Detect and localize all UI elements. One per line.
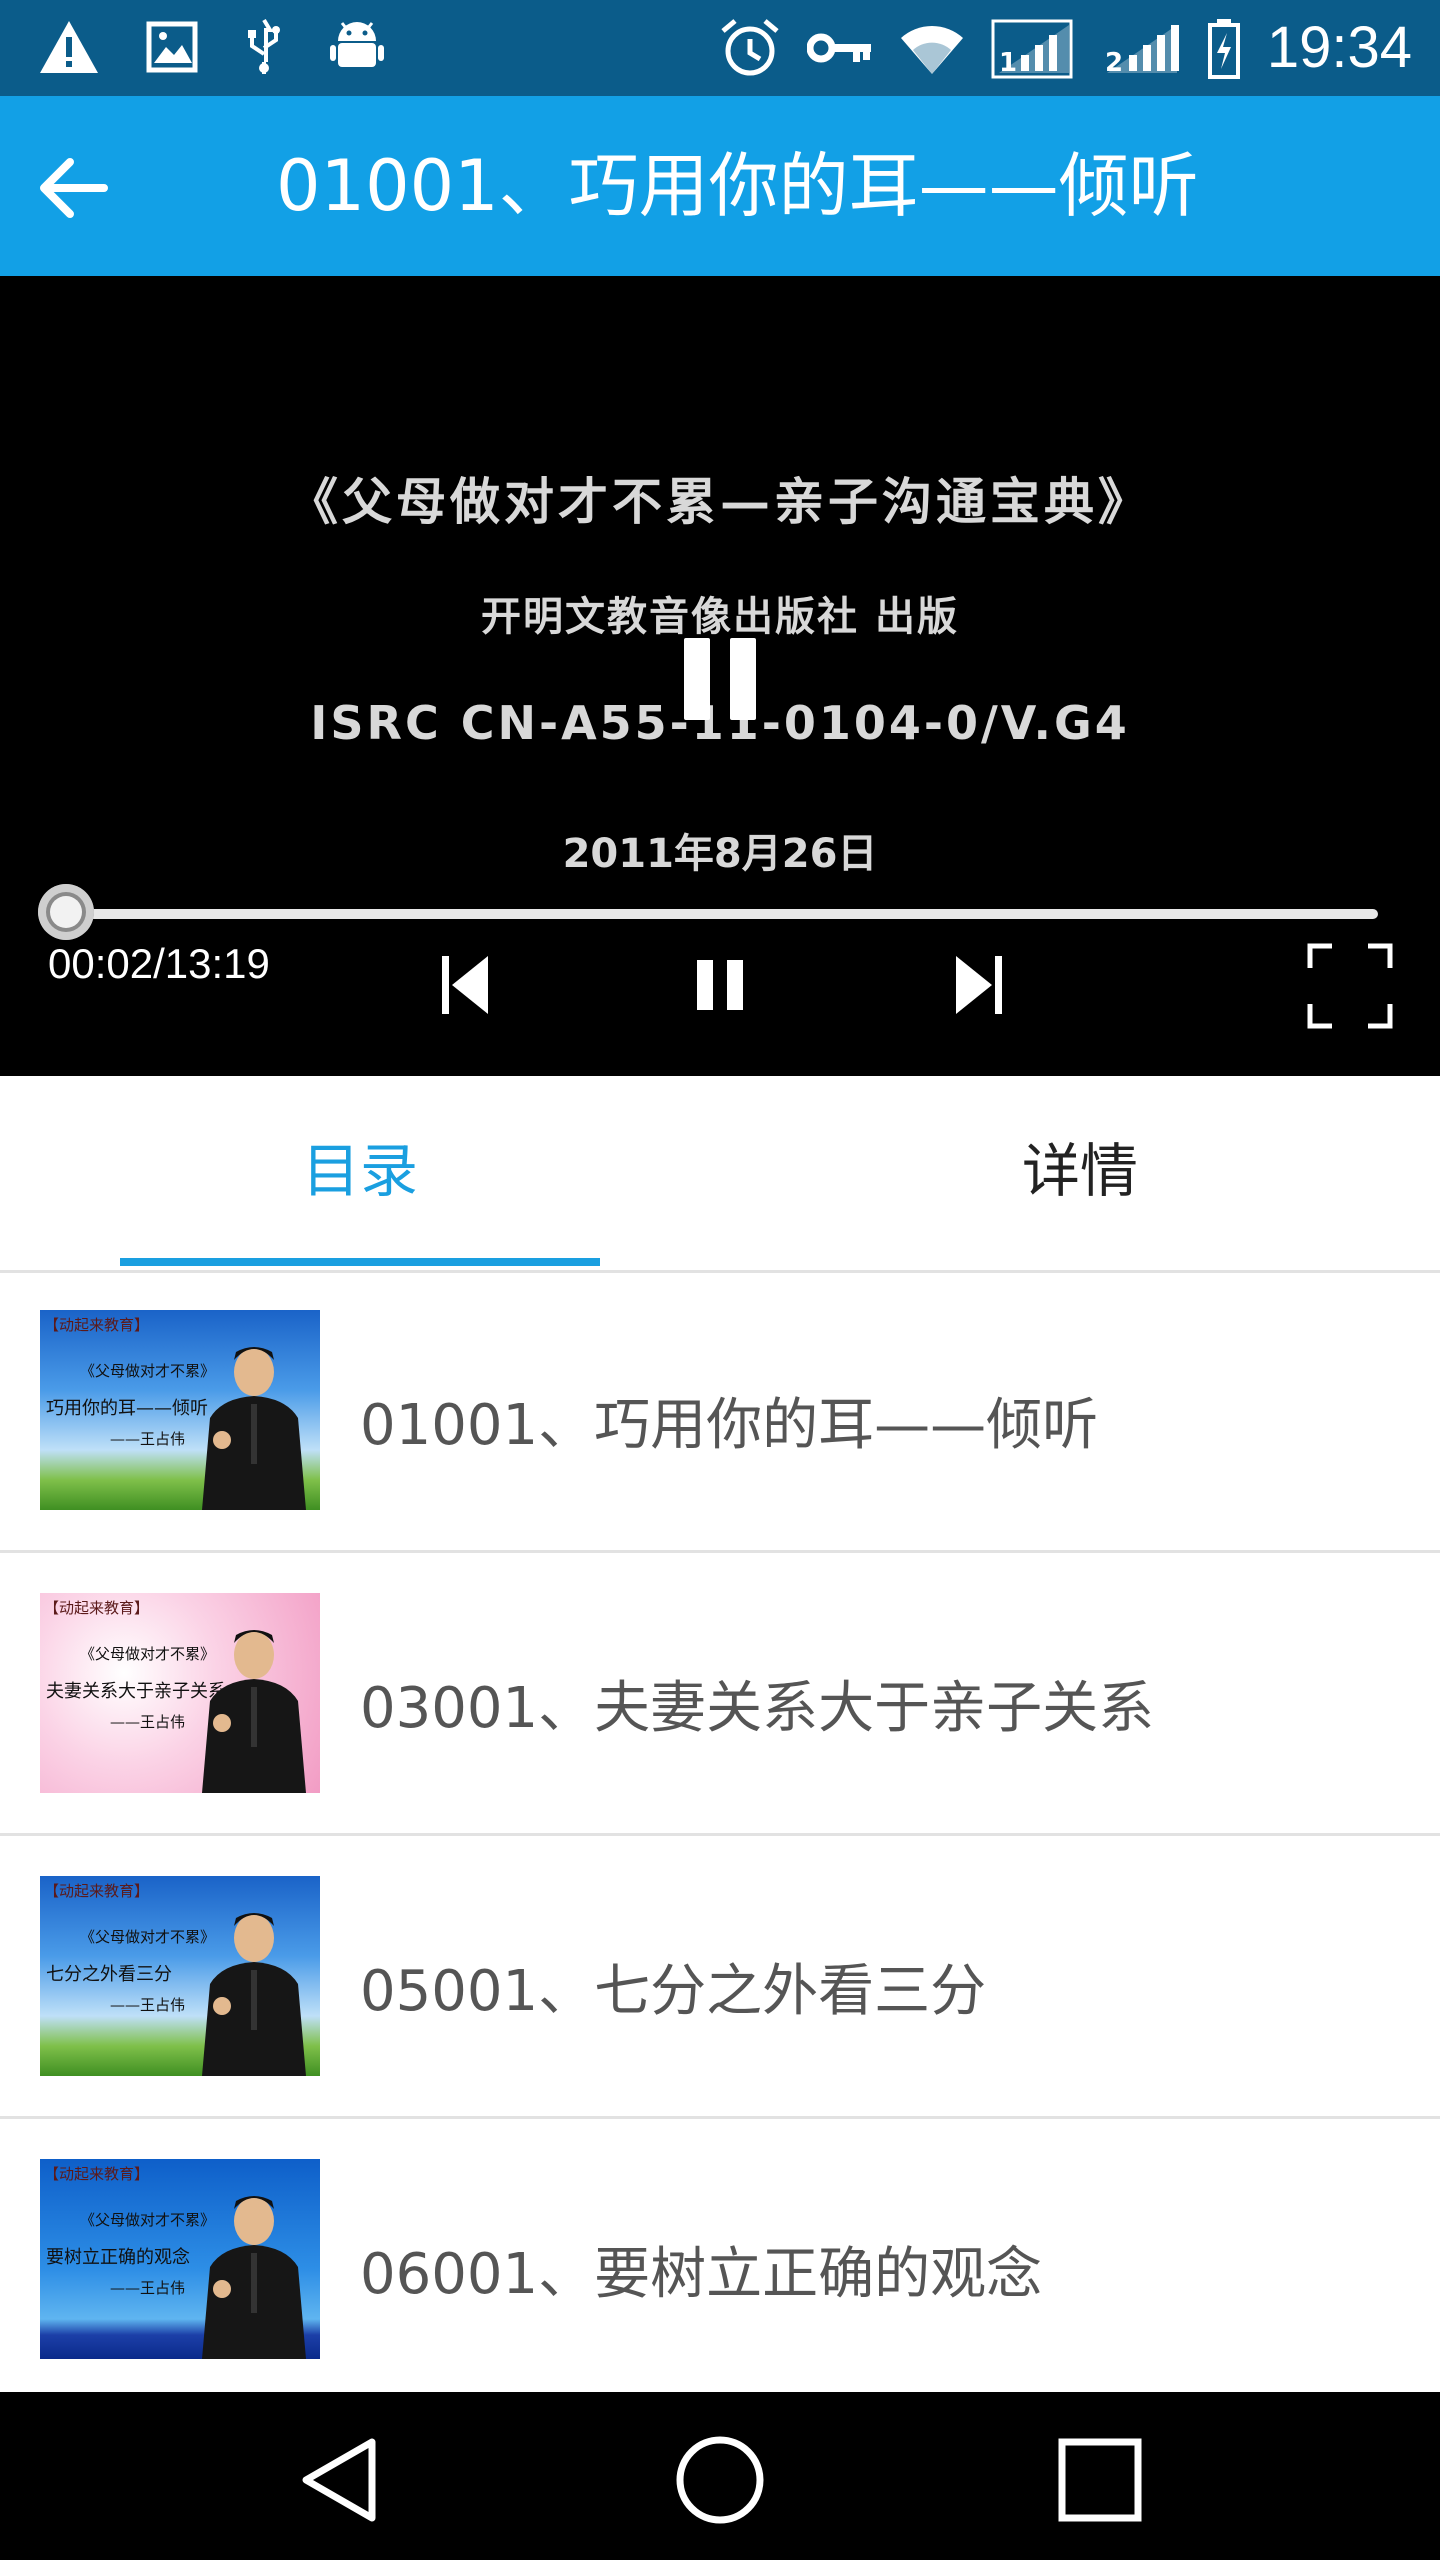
presenter-image [202,1347,306,1510]
wifi-icon [900,25,963,74]
sim2-signal-icon: 2 [1105,25,1179,78]
video-frame-date: 2011年8月26日 [562,831,878,877]
episode-thumbnail: 【动起来教育】 《父母做对才不累》 七分之外看三分 ——王占伟 [40,1876,320,2076]
status-bar: 1 2 19:34 [0,0,1440,96]
sim1-label: 1 [999,48,1017,78]
thumb-tag: 【动起来教育】 [44,1882,150,1900]
thumb-author: ——王占伟 [110,1430,186,1448]
tab-catalog[interactable]: 目录 [0,1076,720,1270]
video-frame-title: 《父母做对才不累—亲子沟通宝典》 [288,472,1152,531]
page-title: 01001、巧用你的耳——倾听 [276,145,1199,227]
usb-icon [248,18,280,74]
tab-indicator [120,1258,600,1266]
thumb-subtitle: 要树立正确的观念 [46,2247,190,2268]
presenter-image [202,2196,306,2359]
arrow-back-icon[interactable] [34,148,114,228]
thumb-author: ——王占伟 [110,2279,186,2297]
thumb-tag: 【动起来教育】 [44,1599,150,1617]
skip-previous-icon[interactable] [440,954,490,1016]
tab-bar: 目录 详情 [0,1076,1440,1273]
system-nav-bar [0,2392,1440,2560]
time-readout: 00:02/13:19 [48,940,270,987]
app-bar: 01001、巧用你的耳——倾听 [0,96,1440,276]
list-item[interactable]: 【动起来教育】 《父母做对才不累》 夫妻关系大于亲子关系 ——王占伟 03001… [0,1553,1440,1836]
fullscreen-icon[interactable] [1306,942,1394,1030]
thumb-subtitle: 七分之外看三分 [46,1964,172,1985]
list-item[interactable]: 【动起来教育】 《父母做对才不累》 七分之外看三分 ——王占伟 05001、七分… [0,1836,1440,2119]
back-triangle-icon[interactable] [292,2432,388,2528]
thumb-tag: 【动起来教育】 [44,1316,150,1334]
progress-bar[interactable] [62,909,1378,919]
thumb-author: ——王占伟 [110,1996,186,2014]
home-circle-icon[interactable] [672,2432,768,2528]
presenter-image [202,1913,306,2076]
list-item[interactable]: 【动起来教育】 《父母做对才不累》 要树立正确的观念 ——王占伟 06001、要… [0,2119,1440,2399]
sim2-label: 2 [1105,48,1123,78]
episode-title: 01001、巧用你的耳——倾听 [360,1393,1099,1458]
image-icon [146,21,198,73]
tab-details[interactable]: 详情 [720,1076,1440,1270]
sim1-signal-icon: 1 [991,19,1073,79]
episode-title: 05001、七分之外看三分 [360,1959,987,2024]
episode-thumbnail: 【动起来教育】 《父母做对才不累》 要树立正确的观念 ——王占伟 [40,2159,320,2359]
video-frame-publisher: 开明文教音像出版社 出版 [481,593,959,640]
thumb-author: ——王占伟 [110,1713,186,1731]
episode-title: 06001、要树立正确的观念 [360,2242,1043,2307]
pause-icon[interactable] [693,958,747,1012]
recents-square-icon[interactable] [1052,2432,1148,2528]
episode-list: 【动起来教育】 《父母做对才不累》 巧用你的耳——倾听 ——王占伟 01001、… [0,1270,1440,2399]
center-pause-icon[interactable] [684,638,756,720]
warning-icon [40,21,98,73]
presenter-image [202,1630,306,1793]
episode-thumbnail: 【动起来教育】 《父母做对才不累》 夫妻关系大于亲子关系 ——王占伟 [40,1593,320,1793]
android-debug-icon [330,22,384,67]
video-player[interactable]: 《父母做对才不累—亲子沟通宝典》 开明文教音像出版社 出版 ISRC CN-A5… [0,276,1440,1076]
battery-charging-icon [1207,19,1240,79]
alarm-icon [721,19,779,76]
skip-next-icon[interactable] [954,954,1004,1016]
list-item[interactable]: 【动起来教育】 《父母做对才不累》 巧用你的耳——倾听 ——王占伟 01001、… [0,1270,1440,1553]
episode-title: 03001、夫妻关系大于亲子关系 [360,1676,1155,1741]
progress-thumb[interactable] [37,884,94,940]
thumb-subtitle: 巧用你的耳——倾听 [46,1398,208,1419]
thumb-tag: 【动起来教育】 [44,2165,150,2183]
status-time: 19:34 [1266,15,1412,80]
vpn-key-icon [806,33,871,63]
episode-thumbnail: 【动起来教育】 《父母做对才不累》 巧用你的耳——倾听 ——王占伟 [40,1310,320,1510]
